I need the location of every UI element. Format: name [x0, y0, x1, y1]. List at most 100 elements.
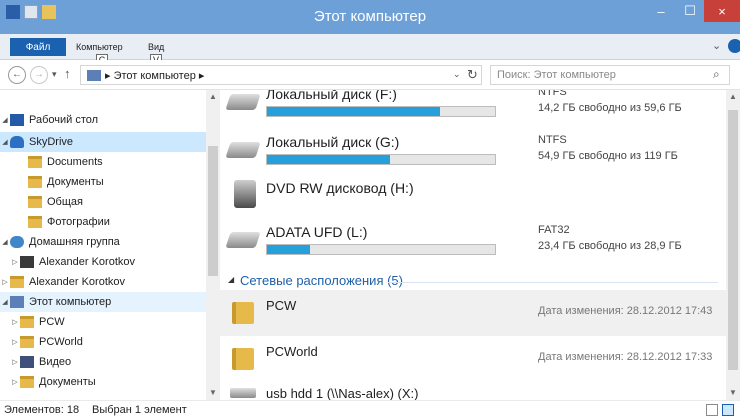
dvd-drive-icon: [234, 180, 256, 208]
nav-scrollbar[interactable]: ▲ ▼: [206, 90, 220, 400]
nav-item-pcw[interactable]: ▷ PCW: [0, 312, 206, 332]
nav-item-label: Фотографии: [47, 216, 110, 228]
scroll-down-icon[interactable]: ▼: [209, 388, 217, 397]
ribbon: Файл Компьютер Вид C V ⌄: [0, 34, 740, 66]
window-title: Этот компьютер: [313, 8, 427, 25]
search-placeholder: Поиск: Этот компьютер: [497, 69, 616, 81]
capacity-fill: [267, 155, 391, 164]
address-bar-row: ← → ▾ ↑ ▸ Этот компьютер ▸ ⌄ ↻ Поиск: Эт…: [0, 60, 740, 90]
nav-item-label: Документы: [47, 176, 104, 188]
nav-item-desktop[interactable]: ◢ Рабочий стол: [0, 110, 206, 130]
nav-item-homegroup[interactable]: ◢ Домашняя группа: [0, 232, 206, 252]
hard-drive-icon: [225, 94, 261, 110]
nav-scroll-thumb[interactable]: [208, 146, 218, 276]
file-tab[interactable]: Файл: [10, 38, 66, 56]
nav-item-label: Этот компьютер: [29, 296, 112, 308]
drive-name: ADATA UFD (L:): [266, 224, 368, 240]
expand-arrow-icon[interactable]: ▷: [0, 278, 10, 286]
tiles-view-icon[interactable]: [722, 404, 734, 416]
scroll-up-icon[interactable]: ▲: [729, 92, 737, 101]
content-scrollbar[interactable]: ▲ ▼: [726, 90, 740, 400]
selection-count: Выбран 1 элемент: [92, 404, 187, 416]
address-path[interactable]: ▸ Этот компьютер ▸: [105, 69, 204, 82]
refresh-icon[interactable]: ↻: [467, 67, 478, 83]
expand-arrow-icon[interactable]: ◢: [0, 238, 10, 246]
search-icon[interactable]: ⌕: [713, 67, 720, 82]
nav-item-this-pc[interactable]: ◢ Этот компьютер: [0, 292, 206, 312]
ribbon-expand-icon[interactable]: ⌄: [712, 39, 721, 52]
nav-item-pcworld[interactable]: ▷ PCWorld: [0, 332, 206, 352]
network-location-pcworld[interactable]: PCWorld Дата изменения: 28.12.2012 17:33: [220, 336, 726, 382]
homegroup-icon: [10, 236, 24, 248]
nav-item-label: Рабочий стол: [29, 114, 99, 126]
network-locations-header[interactable]: ◢ Сетевые расположения (5): [228, 272, 726, 292]
search-input[interactable]: Поиск: Этот компьютер ⌕: [490, 65, 730, 85]
desktop-icon: [10, 114, 24, 126]
network-location-pcw[interactable]: PCW Дата изменения: 28.12.2012 17:43: [220, 290, 726, 336]
location-date: Дата изменения: 28.12.2012 17:43: [538, 305, 713, 317]
network-location-usb-hdd[interactable]: usb hdd 1 (\\Nas-alex) (X:): [220, 382, 726, 400]
location-name: usb hdd 1 (\\Nas-alex) (X:): [266, 386, 419, 400]
expand-arrow-icon[interactable]: ◢: [0, 298, 10, 306]
nav-item-documents[interactable]: Documents: [0, 152, 206, 172]
location-name: PCW: [266, 298, 297, 313]
folder-icon: [28, 156, 42, 168]
expand-arrow-icon[interactable]: ▷: [10, 358, 20, 366]
nav-item-photos[interactable]: Фотографии: [0, 212, 206, 232]
nav-item-label: Alexander Korotkov: [29, 276, 125, 288]
nav-item-video[interactable]: ▷ Видео: [0, 352, 206, 372]
tab-view[interactable]: Вид: [148, 42, 164, 52]
expand-arrow-icon[interactable]: ◢: [0, 116, 10, 124]
folder-icon: [20, 336, 34, 348]
folder-icon: [20, 376, 34, 388]
nav-item-label: Alexander Korotkov: [39, 256, 135, 268]
drive-l[interactable]: ADATA UFD (L:) FAT32 23,4 ГБ свободно из…: [220, 220, 726, 274]
drive-name: Локальный диск (G:): [266, 134, 400, 150]
nav-item-public[interactable]: Общая: [0, 192, 206, 212]
expand-arrow-icon[interactable]: ◢: [0, 138, 10, 146]
expand-arrow-icon[interactable]: ▷: [10, 318, 20, 326]
nav-item-dokumenty[interactable]: Документы: [0, 172, 206, 192]
forward-button[interactable]: →: [30, 66, 48, 84]
back-button[interactable]: ←: [8, 66, 26, 84]
location-name: PCWorld: [266, 344, 318, 359]
collapse-arrow-icon[interactable]: ◢: [228, 275, 234, 284]
folder-icon: [28, 216, 42, 228]
nav-item-pc-documents[interactable]: ▷ Документы: [0, 372, 206, 392]
item-count: Элементов: 18: [4, 404, 80, 416]
address-field[interactable]: ▸ Этот компьютер ▸ ⌄ ↻: [80, 65, 482, 85]
capacity-fill: [267, 107, 441, 116]
scroll-up-icon[interactable]: ▲: [209, 92, 217, 101]
computer-icon: [10, 296, 24, 308]
capacity-bar: [266, 106, 496, 117]
hard-drive-icon: [225, 142, 261, 158]
tab-computer[interactable]: Компьютер: [76, 42, 123, 52]
navigation-pane: ◢ Рабочий стол ◢ SkyDrive Documents Доку…: [0, 90, 220, 400]
expand-arrow-icon[interactable]: ▷: [10, 258, 20, 266]
close-button[interactable]: ×: [704, 0, 740, 22]
address-dropdown-icon[interactable]: ⌄: [453, 69, 461, 80]
details-view-icon[interactable]: [706, 404, 718, 416]
file-system: NTFS: [538, 134, 567, 146]
minimize-button[interactable]: –: [646, 0, 676, 22]
capacity-bar: [266, 154, 496, 165]
up-button[interactable]: ↑: [64, 66, 71, 81]
nav-item-label: Видео: [39, 356, 72, 368]
nav-item-label: Общая: [47, 196, 83, 208]
content-scroll-thumb[interactable]: [728, 110, 738, 370]
nav-item-label: PCW: [39, 316, 65, 328]
expand-arrow-icon[interactable]: ▷: [10, 338, 20, 346]
help-icon[interactable]: [728, 39, 740, 53]
nav-item-label: PCWorld: [39, 336, 83, 348]
maximize-button[interactable]: ☐: [676, 0, 704, 22]
file-system: FAT32: [538, 224, 570, 236]
free-space: 54,9 ГБ свободно из 119 ГБ: [538, 150, 678, 162]
expand-arrow-icon[interactable]: ▷: [10, 378, 20, 386]
capacity-fill: [267, 245, 311, 254]
nav-item-user-folder[interactable]: ▷ Alexander Korotkov: [0, 272, 206, 292]
nav-item-label: Документы: [39, 376, 96, 388]
nav-item-skydrive[interactable]: ◢ SkyDrive: [0, 132, 206, 152]
recent-locations-icon[interactable]: ▾: [52, 69, 57, 80]
scroll-down-icon[interactable]: ▼: [729, 388, 737, 397]
nav-item-homegroup-user[interactable]: ▷ Alexander Korotkov: [0, 252, 206, 272]
